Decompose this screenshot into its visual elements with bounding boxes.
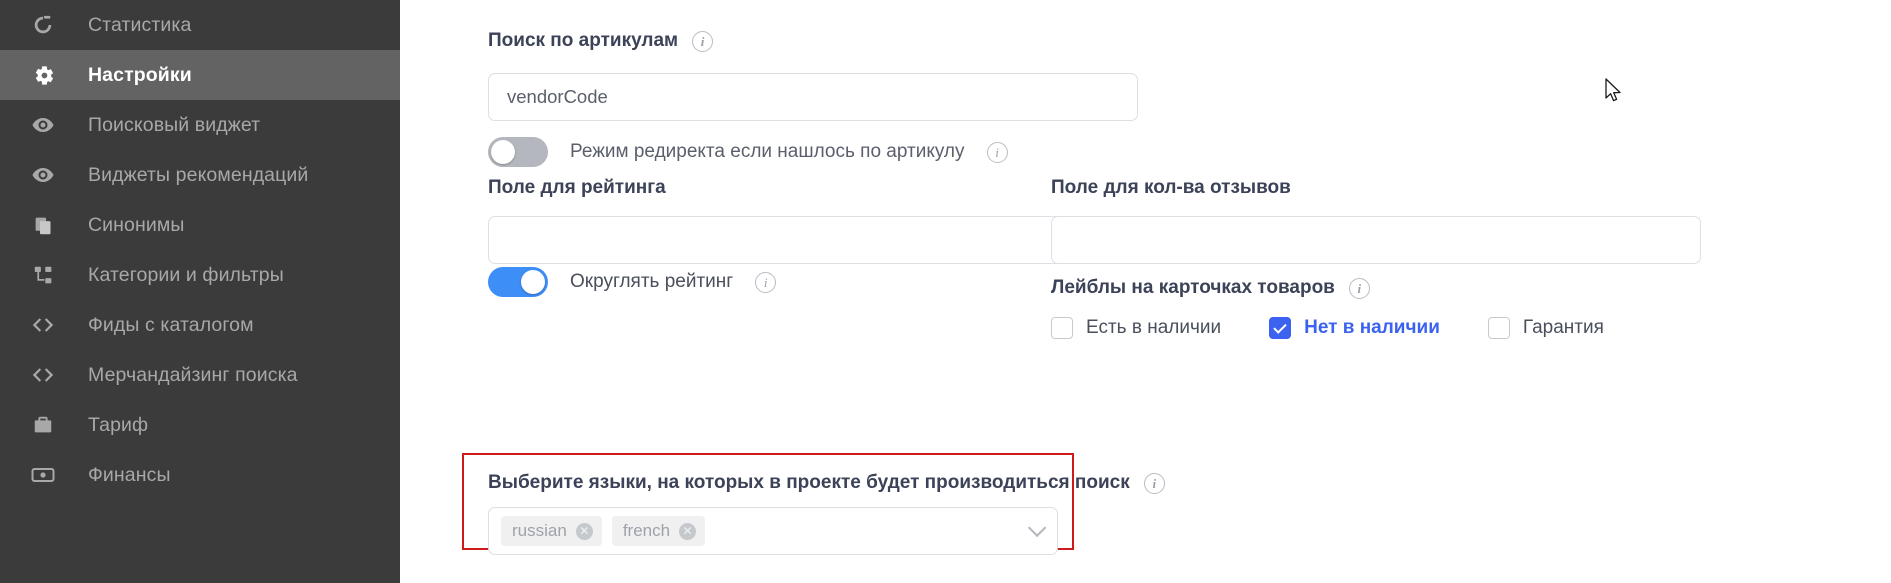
language-tag-label: russian (512, 521, 567, 540)
reviews-field-input[interactable] (1051, 216, 1701, 264)
info-icon[interactable]: i (986, 141, 1008, 163)
language-tag-label: french (622, 521, 671, 540)
reviews-field-label-text: Поле для кол-ва отзывов (1051, 177, 1291, 198)
checkbox-label: Нет в наличии (1304, 317, 1440, 338)
close-icon[interactable]: ✕ (679, 522, 697, 540)
checkbox-box[interactable] (1487, 317, 1510, 339)
vendor-search-label: Поиск по артикулам (488, 30, 679, 51)
sidebar-item-vidzhety-rekomendatsiy[interactable]: Виджеты рекомендаций (0, 150, 400, 200)
chevron-down-icon[interactable] (1027, 518, 1047, 538)
eye-icon (28, 113, 58, 137)
product-labels-heading-text: Лейблы на карточках товаров (1051, 277, 1335, 298)
sidebar-item-finansy[interactable]: Финансы (0, 450, 400, 500)
sidebar-item-label: Настройки (88, 63, 192, 86)
redirect-mode-toggle[interactable] (488, 137, 548, 167)
checkbox-label: Есть в наличии (1086, 317, 1222, 338)
copy-icon (28, 213, 58, 237)
sidebar-item-label: Виджеты рекомендаций (88, 163, 309, 186)
rating-field-input[interactable] (488, 216, 1138, 264)
sidebar-item-fidy-s-katalogom[interactable]: Фиды с каталогом (0, 300, 400, 350)
sidebar-item-label: Поисковый виджет (88, 113, 261, 136)
sidebar-item-poiskovyy-vidzhet[interactable]: Поисковый виджет (0, 100, 400, 150)
sidebar-item-nastroyki[interactable]: Настройки (0, 50, 400, 100)
rating-field-label-text: Поле для рейтинга (488, 177, 666, 198)
languages-label-row: Выберите языки, на которых в проекте буд… (488, 472, 1165, 494)
product-labels-heading: Лейблы на карточках товаров i (1051, 277, 1370, 299)
banknote-icon (28, 463, 58, 487)
product-labels-checkbox-row: Есть в наличии Нет в наличии Гарантия (1051, 317, 1604, 339)
vendor-search-input-value: vendorCode (507, 86, 608, 107)
rating-field-label: Поле для рейтинга (488, 177, 666, 199)
vendor-search-label-row: Поиск по артикулам i (488, 30, 714, 52)
checkbox-warranty[interactable]: Гарантия (1487, 317, 1604, 339)
app-root: Статистика Настройки Поисковый виджет Ви… (0, 0, 1891, 583)
sidebar-item-merchandayzing-poiska[interactable]: Мерчандайзинг поиска (0, 350, 400, 400)
sidebar-item-statistika[interactable]: Статистика (0, 0, 400, 50)
round-rating-label: Округлять рейтинг (570, 271, 734, 292)
checkbox-label: Гарантия (1522, 317, 1604, 338)
briefcase-icon (28, 413, 58, 437)
toggle-knob (521, 270, 545, 294)
checkbox-box[interactable] (1051, 317, 1073, 339)
info-icon[interactable]: i (692, 30, 714, 52)
close-icon[interactable]: ✕ (575, 522, 593, 540)
language-tag-french[interactable]: french ✕ (611, 516, 706, 546)
info-icon[interactable]: i (1143, 472, 1165, 494)
round-rating-toggle-row: Округлять рейтинг i (488, 267, 777, 297)
gear-icon (28, 63, 58, 87)
sidebar-item-label: Мерчандайзинг поиска (88, 363, 298, 386)
checkbox-box[interactable] (1269, 317, 1292, 339)
redirect-toggle-row: Режим редиректа если нашлось по артикулу… (488, 137, 1008, 167)
main-content: Поиск по артикулам i vendorCode Режим ре… (400, 0, 1891, 583)
vendor-search-input[interactable]: vendorCode (488, 73, 1138, 121)
language-tag-russian[interactable]: russian ✕ (501, 516, 602, 546)
info-icon[interactable]: i (1348, 277, 1370, 299)
vendor-search-label-wrap: Поиск по артикулам i (488, 30, 714, 52)
sitemap-icon (28, 263, 58, 287)
sidebar-item-label: Синонимы (88, 213, 185, 236)
sidebar-item-label: Тариф (88, 413, 149, 436)
info-icon[interactable]: i (755, 271, 777, 293)
round-rating-toggle[interactable] (488, 267, 548, 297)
reviews-field-label: Поле для кол-ва отзывов (1051, 177, 1291, 199)
checkbox-in-stock[interactable]: Есть в наличии (1051, 317, 1221, 339)
sidebar: Статистика Настройки Поисковый виджет Ви… (0, 0, 400, 583)
code-brackets-icon (28, 313, 58, 337)
eye-icon (28, 163, 58, 187)
toggle-knob (491, 140, 515, 164)
sidebar-item-tarif[interactable]: Тариф (0, 400, 400, 450)
sidebar-item-label: Фиды с каталогом (88, 313, 254, 336)
redirect-mode-label: Режим редиректа если нашлось по артикулу (570, 141, 965, 162)
code-brackets-icon (28, 363, 58, 387)
mouse-cursor (1605, 78, 1625, 111)
sidebar-item-label: Статистика (88, 13, 192, 36)
chart-refresh-icon (28, 13, 58, 37)
sidebar-item-label: Категории и фильтры (88, 263, 284, 286)
languages-label: Выберите языки, на которых в проекте буд… (488, 472, 1130, 493)
checkbox-out-of-stock[interactable]: Нет в наличии (1269, 317, 1440, 339)
languages-multiselect[interactable]: russian ✕ french ✕ (488, 507, 1058, 555)
sidebar-item-sinonimy[interactable]: Синонимы (0, 200, 400, 250)
sidebar-item-label: Финансы (88, 463, 171, 486)
sidebar-item-kategorii-i-filtry[interactable]: Категории и фильтры (0, 250, 400, 300)
